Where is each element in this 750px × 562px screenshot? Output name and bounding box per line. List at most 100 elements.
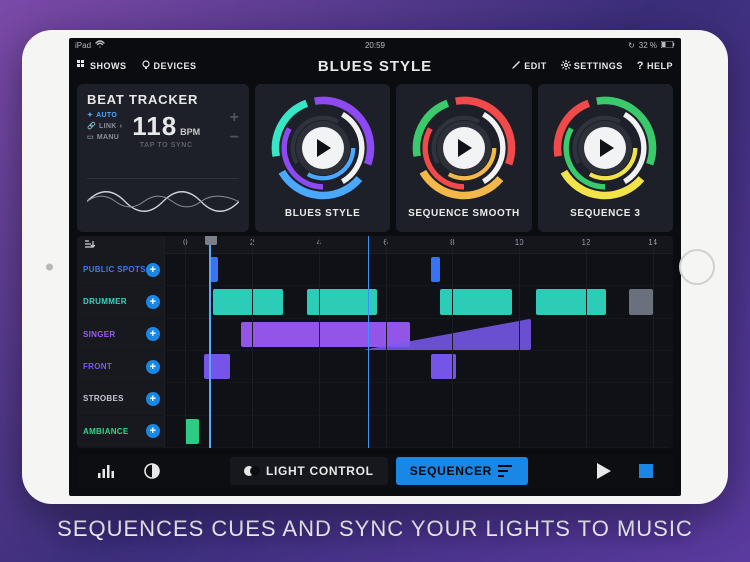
sequence-card-2[interactable]: SEQUENCE 3 bbox=[538, 84, 673, 232]
help-label: HELP bbox=[647, 61, 673, 71]
clip[interactable] bbox=[536, 289, 606, 314]
tap-to-sync[interactable]: TAP TO SYNC bbox=[140, 142, 193, 149]
gridline bbox=[386, 236, 387, 448]
beat-tracker-title: BEAT TRACKER bbox=[87, 92, 239, 107]
sequence-play-button[interactable] bbox=[443, 127, 485, 169]
track-row[interactable] bbox=[165, 286, 673, 318]
clip[interactable] bbox=[185, 419, 199, 444]
status-time: 20:59 bbox=[365, 41, 385, 50]
track-row[interactable] bbox=[165, 383, 673, 415]
clip[interactable] bbox=[629, 289, 652, 314]
track-add-button[interactable]: + bbox=[146, 424, 160, 438]
devices-button[interactable]: DEVICES bbox=[141, 60, 197, 72]
gridline bbox=[452, 236, 453, 448]
play-button[interactable] bbox=[587, 458, 621, 484]
sequence-play-button[interactable] bbox=[302, 127, 344, 169]
clip[interactable] bbox=[440, 289, 512, 314]
timeline-cursor[interactable] bbox=[368, 236, 369, 448]
sequence-card-0[interactable]: BLUES STYLE bbox=[255, 84, 390, 232]
bulb-icon bbox=[141, 60, 151, 72]
sequencer-timeline[interactable]: PUBLIC SPOTS+DRUMMER+SINGER+FRONT+STROBE… bbox=[77, 236, 673, 448]
track-row[interactable] bbox=[165, 254, 673, 286]
track-header-5[interactable]: AMBIANCE + bbox=[77, 416, 164, 448]
auto-icon: ✦ bbox=[87, 111, 93, 119]
playhead[interactable] bbox=[209, 236, 211, 448]
track-row[interactable] bbox=[165, 416, 673, 448]
beat-mode-link[interactable]: 🔗 LINK › bbox=[87, 122, 122, 130]
track-header-2[interactable]: SINGER + bbox=[77, 319, 164, 351]
track-name: STROBES bbox=[83, 394, 124, 403]
home-button[interactable] bbox=[679, 249, 715, 285]
app-screen: iPad 20:59 ↻ 32 % bbox=[69, 38, 681, 496]
main-toolbar: SHOWS DEVICES BLUES STYLE bbox=[69, 52, 681, 80]
track-header-1[interactable]: DRUMMER+ bbox=[77, 286, 164, 318]
status-bar: iPad 20:59 ↻ 32 % bbox=[69, 38, 681, 52]
track-row[interactable] bbox=[165, 319, 673, 351]
track-header-3[interactable]: FRONT + bbox=[77, 351, 164, 383]
edit-label: EDIT bbox=[524, 61, 547, 71]
track-row[interactable] bbox=[165, 351, 673, 383]
track-add-button[interactable]: + bbox=[146, 392, 160, 406]
bpm-plus-button[interactable]: + bbox=[230, 111, 239, 125]
gridline bbox=[653, 236, 654, 448]
sequence-label: SEQUENCE 3 bbox=[570, 208, 640, 219]
status-device: iPad bbox=[75, 41, 91, 50]
tab-sequencer[interactable]: SEQUENCER bbox=[396, 457, 528, 485]
page-title: BLUES STYLE bbox=[318, 58, 432, 75]
gridline bbox=[586, 236, 587, 448]
edit-button[interactable]: EDIT bbox=[511, 60, 547, 72]
keys-icon: ▭ bbox=[87, 133, 94, 141]
track-name: FRONT bbox=[83, 362, 112, 371]
beat-mode-manu[interactable]: ▭ MANU bbox=[87, 133, 122, 141]
play-icon bbox=[600, 139, 614, 157]
clip[interactable] bbox=[431, 257, 440, 282]
track-add-button[interactable]: + bbox=[146, 295, 160, 309]
help-icon: ? bbox=[637, 60, 644, 72]
refresh-icon: ↻ bbox=[628, 41, 635, 50]
sort-button[interactable] bbox=[77, 236, 164, 254]
shows-button[interactable]: SHOWS bbox=[77, 60, 127, 72]
settings-label: SETTINGS bbox=[574, 61, 623, 71]
bpm-value: 118 bbox=[132, 111, 177, 142]
clip[interactable] bbox=[307, 289, 377, 314]
stop-button[interactable] bbox=[629, 458, 663, 484]
track-name: AMBIANCE bbox=[83, 427, 129, 436]
tab-light-control[interactable]: LIGHT CONTROL bbox=[230, 457, 388, 485]
gridline bbox=[252, 236, 253, 448]
track-add-button[interactable]: + bbox=[146, 263, 160, 277]
promo-caption: SEQUENCES CUES AND SYNC YOUR LIGHTS TO M… bbox=[0, 516, 750, 558]
beat-mode-auto[interactable]: ✦ AUTO bbox=[87, 111, 122, 119]
grid-icon bbox=[77, 60, 87, 72]
beat-mode-list: ✦ AUTO 🔗 LINK › ▭ MANU bbox=[87, 111, 122, 141]
gear-icon bbox=[561, 60, 571, 72]
track-header-0[interactable]: PUBLIC SPOTS+ bbox=[77, 254, 164, 286]
sequence-play-button[interactable] bbox=[584, 127, 626, 169]
track-name: SINGER bbox=[83, 330, 115, 339]
sequence-ring bbox=[410, 94, 518, 202]
gridline bbox=[519, 236, 520, 448]
track-add-button[interactable]: + bbox=[146, 360, 160, 374]
play-icon bbox=[317, 139, 331, 157]
ipad-frame: iPad 20:59 ↻ 32 % bbox=[22, 30, 728, 504]
play-icon bbox=[458, 139, 472, 157]
sequence-ring bbox=[269, 94, 377, 202]
camera-dot bbox=[46, 264, 53, 271]
link-icon: 🔗 bbox=[87, 122, 96, 130]
track-header-4[interactable]: STROBES + bbox=[77, 383, 164, 415]
shows-label: SHOWS bbox=[90, 61, 127, 71]
track-name: PUBLIC SPOTS bbox=[83, 265, 146, 274]
help-button[interactable]: ? HELP bbox=[637, 60, 673, 72]
settings-button[interactable]: SETTINGS bbox=[561, 60, 623, 72]
clip[interactable] bbox=[241, 322, 409, 347]
sequence-label: BLUES STYLE bbox=[285, 208, 361, 219]
devices-label: DEVICES bbox=[154, 61, 197, 71]
beat-tracker-panel: BEAT TRACKER ✦ AUTO 🔗 LINK › bbox=[77, 84, 249, 232]
track-add-button[interactable]: + bbox=[146, 327, 160, 341]
bpm-minus-button[interactable]: − bbox=[230, 131, 239, 145]
levels-button[interactable] bbox=[87, 458, 125, 484]
bottom-toolbar: LIGHT CONTROL SEQUENCER bbox=[77, 454, 673, 488]
clip[interactable] bbox=[213, 289, 283, 314]
sequence-card-1[interactable]: SEQUENCE SMOOTH bbox=[396, 84, 531, 232]
gridline bbox=[185, 236, 186, 448]
contrast-button[interactable] bbox=[133, 458, 171, 484]
